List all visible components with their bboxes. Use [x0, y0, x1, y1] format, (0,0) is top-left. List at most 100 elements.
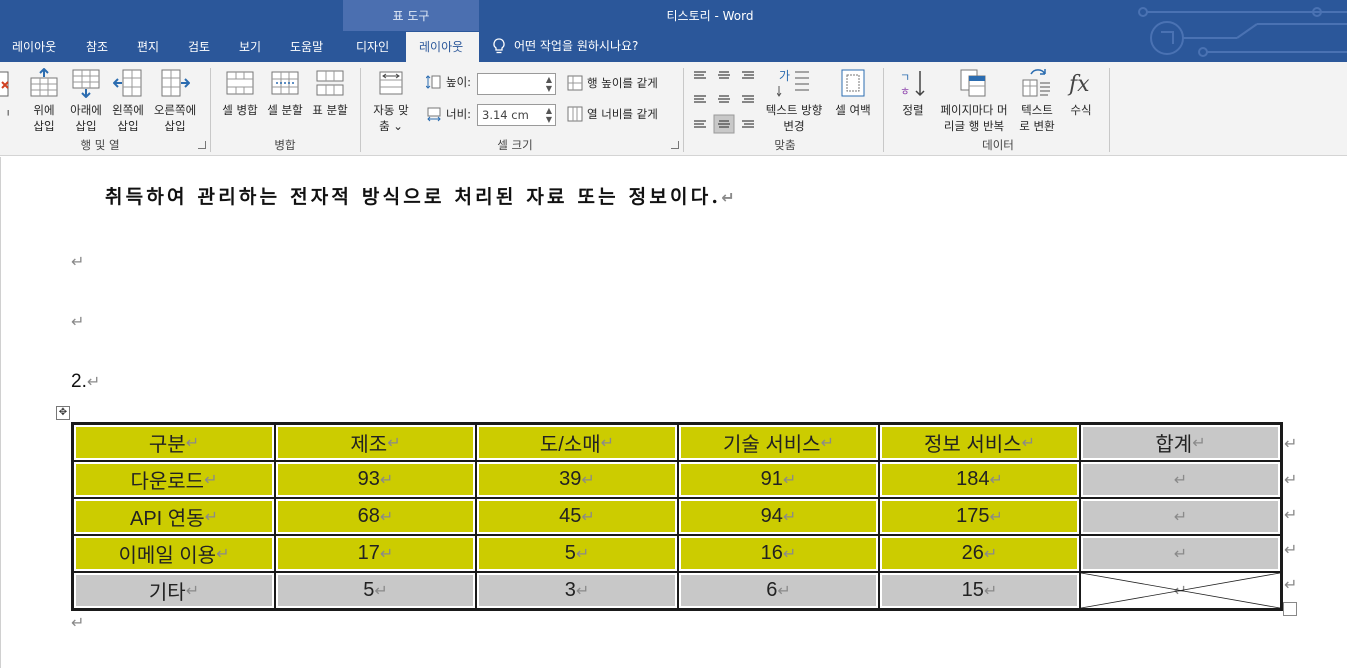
table-cell[interactable]: 정보 서비스 ↵ — [879, 424, 1080, 461]
table-cell[interactable]: 26 ↵ — [879, 535, 1080, 572]
table-cell[interactable]: 94 ↵ — [678, 498, 879, 535]
insert-above-button[interactable]: 위에 삽입 — [22, 68, 66, 134]
cell-text: 5 — [363, 579, 375, 601]
table-cell[interactable]: 45 ↵ — [476, 498, 678, 535]
tab-table-layout[interactable]: 레이아웃 — [419, 38, 463, 58]
cell-size-launcher-icon[interactable] — [671, 141, 679, 149]
insert-below-label-1: 아래에 — [70, 103, 102, 117]
cell-end-mark: ↵ — [379, 470, 394, 489]
table-cell[interactable]: 5 ↵ — [476, 535, 678, 572]
table-cell[interactable]: 6 ↵ — [678, 572, 879, 609]
split-cells-label: 셀 분할 — [267, 103, 303, 117]
insert-left-button[interactable]: 왼쪽에 삽입 — [106, 68, 150, 134]
cell-end-mark: ↵ — [777, 581, 791, 600]
cell-end-mark: ↵ — [216, 544, 230, 563]
table-cell[interactable]: 이메일 이용 ↵ — [73, 535, 275, 572]
repeat-header-label-2: 리글 행 반복 — [943, 119, 1005, 133]
tab-review[interactable]: 검토 — [188, 38, 210, 58]
cell-text: 이메일 이용 — [118, 545, 217, 567]
table-cell[interactable]: 184 ↵ — [879, 461, 1080, 498]
split-cells-button[interactable]: 셀 분할 — [264, 68, 306, 118]
text-direction-button[interactable]: 가 텍스트 방향 변경 — [760, 68, 828, 134]
row-end-mark: ↵ — [1284, 505, 1298, 524]
page-edge — [0, 157, 1, 668]
sort-label: 정렬 — [902, 103, 924, 117]
tab-view[interactable]: 보기 — [239, 38, 261, 58]
autofit-button[interactable]: 자동 맞 춤 ⌄ — [366, 68, 416, 134]
table-cell[interactable]: 다운로드 ↵ — [73, 461, 275, 498]
table-cell[interactable]: ↵ — [1080, 535, 1281, 572]
repeat-header-rows-button[interactable]: 페이지마다 머 리글 행 반복 — [935, 68, 1013, 134]
tab-references[interactable]: 참조 — [86, 38, 108, 58]
group-separator — [683, 68, 684, 152]
text-direction-label-2: 변경 — [783, 119, 805, 133]
insert-right-label-2: 삽입 — [164, 119, 186, 133]
insert-below-button[interactable]: 아래에 삽입 — [64, 68, 108, 134]
table-cell[interactable]: 제조 ↵ — [275, 424, 476, 461]
tab-layout[interactable]: 레이아웃 — [12, 38, 56, 58]
autofit-label-1: 자동 맞 — [373, 103, 409, 117]
table-cell[interactable]: 39 ↵ — [476, 461, 678, 498]
table-cell-diagonal[interactable]: ↵ — [1080, 572, 1281, 609]
cell-end-mark: ↵ — [575, 581, 590, 600]
tab-help[interactable]: 도움말 — [290, 38, 323, 58]
lightbulb-icon — [493, 37, 505, 53]
split-table-icon — [316, 70, 344, 96]
insert-above-label-1: 위에 — [33, 103, 55, 117]
row-height-input[interactable]: ▲ ▼ — [477, 73, 556, 95]
spinner-arrows-icon[interactable]: ▲ ▼ — [546, 75, 552, 93]
sort-button[interactable]: ㄱ ㅎ 정렬 — [893, 68, 933, 118]
table-cell[interactable]: 93 ↵ — [275, 461, 476, 498]
formula-button[interactable]: fx 수식 — [1062, 68, 1100, 118]
table-cell[interactable]: 91 ↵ — [678, 461, 879, 498]
table-cell[interactable]: ↵ — [1080, 498, 1281, 535]
column-width-input[interactable]: 3.14 cm ▲ ▼ — [477, 104, 556, 126]
table-cell[interactable]: 5 ↵ — [275, 572, 476, 609]
diagonal-cross-icon — [1081, 573, 1280, 608]
table-cell[interactable]: 구분 ↵ — [73, 424, 275, 461]
table-cell[interactable]: 175 ↵ — [879, 498, 1080, 535]
convert-to-text-button[interactable]: 텍스트 로 변환 — [1014, 68, 1060, 134]
table-resize-handle[interactable] — [1283, 602, 1297, 616]
cell-text: 68 — [357, 505, 380, 527]
cell-end-mark: ↵ — [782, 544, 797, 563]
section-number[interactable]: 2.↵ — [71, 371, 100, 393]
table-cell[interactable]: 16 ↵ — [678, 535, 879, 572]
table-cell[interactable]: 15 ↵ — [879, 572, 1080, 609]
delete-table-icon[interactable] — [0, 70, 10, 98]
cell-text: 45 — [559, 505, 582, 527]
rows-columns-launcher-icon[interactable] — [198, 141, 206, 149]
table-cell[interactable]: 17 ↵ — [275, 535, 476, 572]
body-text-line[interactable]: 취득하여 관리하는 전자적 방식으로 처리된 자료 또는 정보이다.↵ — [105, 182, 738, 209]
distribute-rows-button[interactable]: 행 높이를 같게 — [567, 75, 658, 91]
alignment-grid-icon[interactable] — [690, 68, 758, 136]
table-cell[interactable]: ↵ — [1080, 461, 1281, 498]
insert-above-icon — [30, 68, 58, 97]
tab-table-design[interactable]: 디자인 — [356, 38, 389, 58]
distribute-columns-label: 열 너비를 같게 — [587, 107, 658, 121]
cell-end-mark: ↵ — [600, 433, 615, 452]
cell-text: 39 — [559, 468, 582, 490]
repeat-header-rows-icon — [960, 69, 986, 97]
text-direction-label-1: 텍스트 방향 — [765, 103, 823, 117]
tab-mailings[interactable]: 편지 — [137, 38, 159, 58]
table-cell[interactable]: API 연동 ↵ — [73, 498, 275, 535]
tell-me-box[interactable]: 어떤 작업을 원하시나요? — [492, 37, 638, 54]
table-cell[interactable]: 합계 ↵ — [1080, 424, 1281, 461]
table-move-handle-icon[interactable]: ✥ — [56, 406, 70, 420]
data-table[interactable]: 구분 ↵ 제조 ↵ 도/소매 ↵ 기술 서비스 ↵ 정보 서비스 ↵ 합계 ↵ 다운로드 ↵ … — [71, 422, 1283, 611]
distribute-columns-button[interactable]: 열 너비를 같게 — [567, 106, 658, 122]
insert-right-button[interactable]: 오른쪽에 삽입 — [150, 68, 200, 134]
spinner-arrows-icon[interactable]: ▲ ▼ — [546, 106, 552, 124]
table-cell[interactable]: 68 ↵ — [275, 498, 476, 535]
autofit-label-2: 춤 ⌄ — [379, 119, 403, 133]
table-cell[interactable]: 도/소매 ↵ — [476, 424, 678, 461]
merge-cells-button[interactable]: 셀 병합 — [219, 68, 261, 118]
row-height-icon — [426, 75, 441, 89]
table-cell[interactable]: 기술 서비스 ↵ — [678, 424, 879, 461]
cell-margins-button[interactable]: 셀 여백 — [830, 68, 876, 118]
table-cell[interactable]: 기타 ↵ — [73, 572, 275, 609]
split-table-button[interactable]: 표 분할 — [308, 68, 352, 118]
table-cell[interactable]: 3 ↵ — [476, 572, 678, 609]
column-width-icon — [427, 107, 441, 122]
